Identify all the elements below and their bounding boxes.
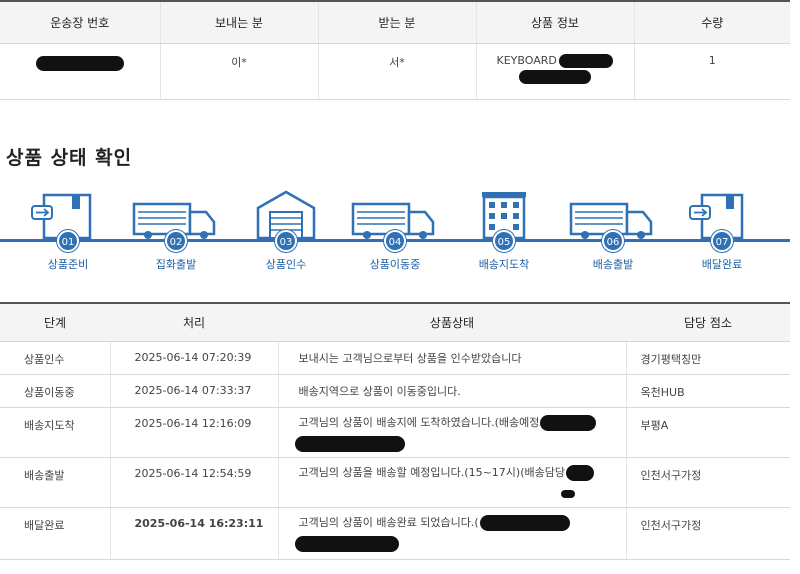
table-row: 배달완료 2025-06-14 16:23:11 고객님의 상품이 배송완료 되… (0, 507, 790, 560)
step-label: 상품이동중 (369, 258, 421, 271)
col-quantity: 수량 (634, 0, 790, 44)
row-step: 상품이동중 (0, 374, 111, 408)
redaction-mark (294, 435, 405, 452)
redaction-mark (558, 53, 613, 68)
quantity-cell: 1 (634, 43, 790, 100)
shipment-row: 이* 서* KEYBOARD 1 (0, 43, 790, 100)
product-cell: KEYBOARD (476, 43, 635, 100)
step-number: 01 (57, 230, 79, 252)
tracking-history-table: 단계 처리 상품상태 담당 점소 상품인수 2025-06-14 07:20:3… (0, 302, 790, 560)
redaction-mark (35, 55, 124, 71)
col-receiver: 받는 분 (318, 0, 477, 44)
product-name: KEYBOARD (496, 53, 557, 67)
col-sender: 보내는 분 (160, 0, 319, 44)
row-status-cell: 고객님의 상품이 배송완료 되었습니다.( (278, 507, 627, 560)
table-row: 상품이동중 2025-06-14 07:33:37 배송지역으로 상품이 이동중… (0, 374, 790, 408)
row-branch: 옥천HUB (626, 374, 790, 408)
row-branch: 부평A (626, 407, 790, 458)
sender-cell: 이* (160, 43, 319, 100)
step-label: 배송출발 (592, 258, 634, 271)
step-label: 배송지도착 (478, 258, 530, 271)
step-number: 04 (384, 230, 406, 252)
row-status: 보내시는 고객님으로부터 상품을 인수받았습니다 (278, 341, 627, 375)
delivery-progress: 01 상품준비 02 집화출발 03 상품인수 04 상품이동중 05 배송지도… (0, 186, 790, 276)
row-branch: 인천서구가정 (626, 507, 790, 560)
step-number: 07 (711, 230, 733, 252)
step-number: 02 (165, 230, 187, 252)
history-header-row: 단계 처리 상품상태 담당 점소 (0, 302, 790, 342)
row-status: 고객님의 상품이 배송지에 도착하였습니다.(배송예정 (298, 415, 540, 429)
table-row: 배송지도착 2025-06-14 12:16:09 고객님의 상품이 배송지에 … (0, 407, 790, 458)
redaction-mark (518, 69, 591, 84)
row-time: 2025-06-14 07:20:39 (110, 341, 279, 375)
table-row: 상품인수 2025-06-14 07:20:39 보내시는 고객님으로부터 상품… (0, 341, 790, 375)
col-product: 상품 정보 (476, 0, 635, 44)
row-step: 배달완료 (0, 507, 111, 560)
table-row: 배송출발 2025-06-14 12:54:59 고객님의 상품을 배송할 예정… (0, 457, 790, 508)
step-label: 상품준비 (47, 258, 89, 271)
col-item-status: 상품상태 (278, 302, 626, 342)
shipment-info-table: 운송장 번호 보내는 분 받는 분 상품 정보 수량 이* 서* KEYBOAR… (0, 0, 790, 100)
status-section-title: 상품 상태 확인 (6, 147, 133, 169)
redaction-mark (540, 414, 597, 431)
row-branch: 인천서구가정 (626, 457, 790, 508)
row-step: 배송지도착 (0, 407, 111, 458)
redaction-mark (565, 464, 594, 481)
col-tracking-number: 운송장 번호 (0, 0, 161, 44)
row-time: 2025-06-14 07:33:37 (110, 374, 279, 408)
step-label: 배달완료 (701, 258, 743, 271)
shipment-header-row: 운송장 번호 보내는 분 받는 분 상품 정보 수량 (0, 0, 790, 44)
step-number: 06 (602, 230, 624, 252)
col-branch: 담당 점소 (626, 302, 790, 342)
row-time: 2025-06-14 12:54:59 (110, 457, 279, 508)
tracking-number-cell (0, 43, 161, 100)
row-status: 배송지역으로 상품이 이동중입니다. (278, 374, 627, 408)
row-time: 2025-06-14 16:23:11 (110, 507, 279, 560)
row-step: 상품인수 (0, 341, 111, 375)
redaction-mark (294, 535, 399, 552)
col-processed-time: 처리 (110, 302, 278, 342)
row-status: 고객님의 상품이 배송완료 되었습니다.( (298, 515, 479, 529)
receiver-cell: 서* (318, 43, 477, 100)
step-label: 집화출발 (155, 258, 197, 271)
step-number: 05 (493, 230, 515, 252)
redaction-mark (479, 514, 570, 531)
row-branch: 경기평택칭만 (626, 341, 790, 375)
redaction-mark (560, 489, 575, 498)
row-status-cell: 고객님의 상품을 배송할 예정입니다.(15~17시)(배송담당 (278, 457, 627, 508)
col-step: 단계 (0, 302, 110, 342)
row-status: 고객님의 상품을 배송할 예정입니다.(15~17시)(배송담당 (298, 465, 565, 479)
row-step: 배송출발 (0, 457, 111, 508)
step-number: 03 (275, 230, 297, 252)
row-status-cell: 고객님의 상품이 배송지에 도착하였습니다.(배송예정 (278, 407, 627, 458)
row-time: 2025-06-14 12:16:09 (110, 407, 279, 458)
step-label: 상품인수 (265, 258, 307, 271)
